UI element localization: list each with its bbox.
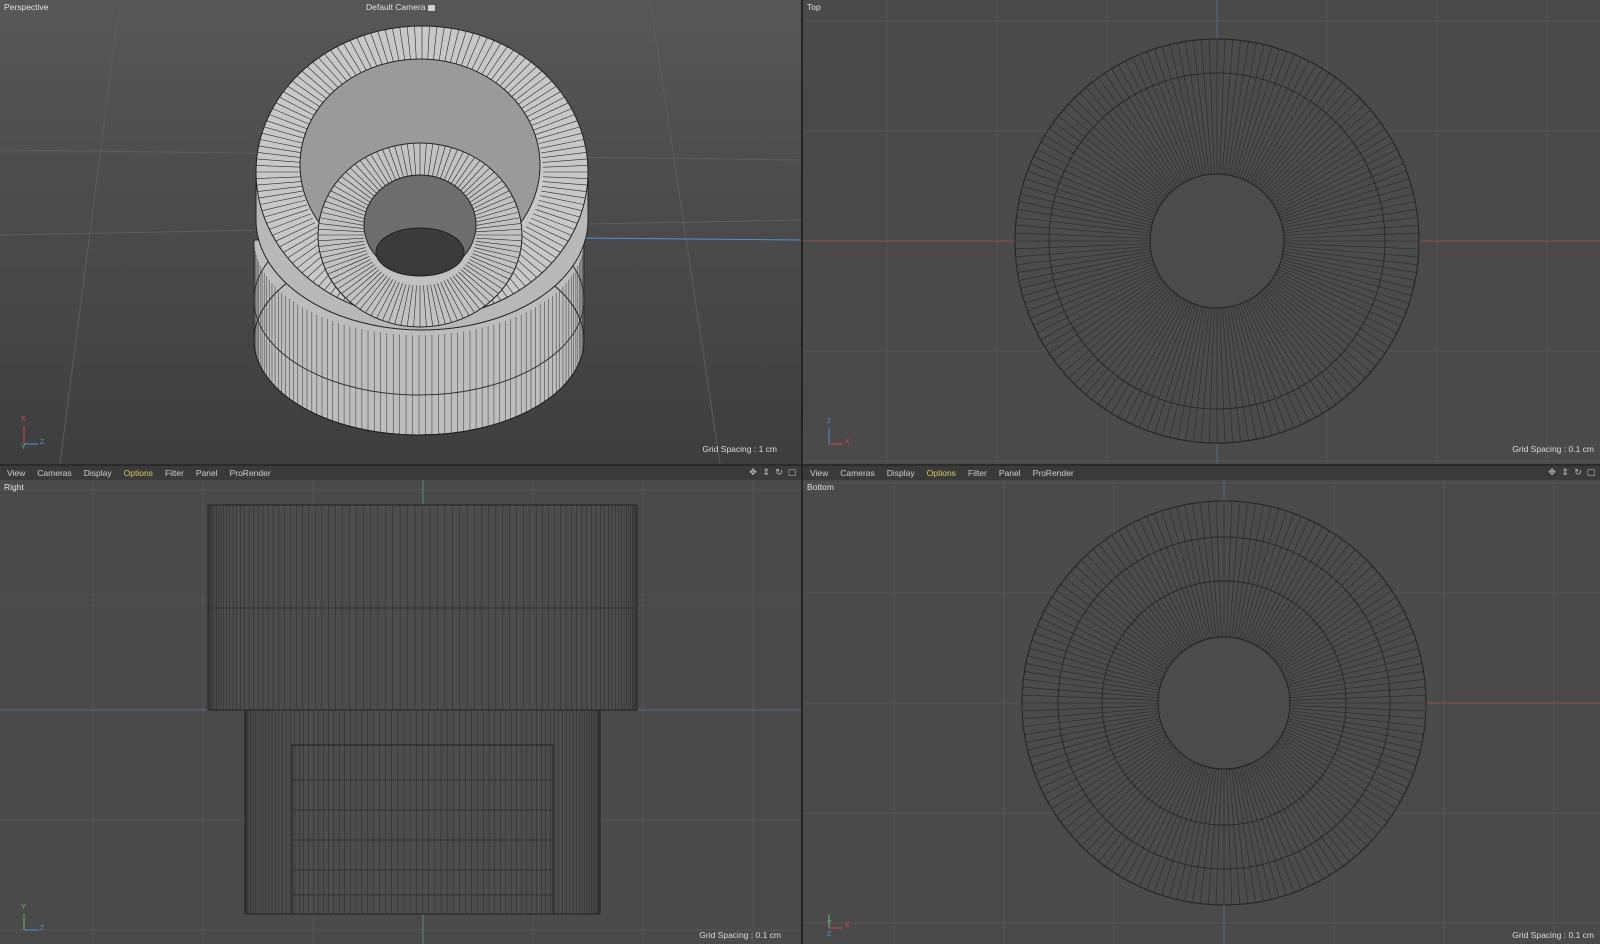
viewport-top[interactable]: Top Grid Spacing : 0.1 cm Z X [803, 0, 1600, 464]
menu-cameras[interactable]: Cameras [834, 468, 880, 478]
axis-label-x: X [845, 439, 850, 446]
object-side-wireframe[interactable] [207, 504, 638, 915]
axis-label-z: Z [827, 931, 832, 938]
axis-label-z: Z [40, 439, 45, 446]
camera-label[interactable]: Default Camera [366, 2, 435, 12]
maximize-view-icon[interactable]: ▢ [787, 467, 797, 477]
ring-wireframe-bottom[interactable] [1021, 500, 1427, 906]
zoom-view-icon[interactable]: ⇕ [1560, 467, 1570, 477]
axis-gizmo: X Z Y [18, 416, 48, 451]
axis-label-y: Y [21, 904, 26, 911]
axis-gizmo: Y X Z [825, 908, 855, 940]
grid-spacing-label: Grid Spacing : 1 cm [702, 444, 777, 454]
menu-display[interactable]: Display [78, 468, 118, 478]
menu-options[interactable]: Options [921, 468, 962, 478]
menu-prorender[interactable]: ProRender [1027, 468, 1080, 478]
viewport-bottom[interactable]: View Cameras Display Options Filter Pane… [803, 466, 1600, 944]
axis-label-z: Z [40, 925, 45, 932]
menu-filter[interactable]: Filter [962, 468, 993, 478]
viewport-title: Perspective [4, 2, 49, 12]
bottom-scene[interactable] [803, 480, 1600, 944]
grid-spacing-label: Grid Spacing : 0.1 cm [699, 930, 781, 940]
rotate-view-icon[interactable]: ↻ [774, 467, 784, 477]
viewport-menubar: View Cameras Display Options Filter Pane… [0, 466, 801, 481]
move-view-icon[interactable]: ✥ [1547, 467, 1557, 477]
menu-filter[interactable]: Filter [159, 468, 190, 478]
right-scene[interactable] [0, 480, 801, 944]
axis-label-z: Z [827, 418, 832, 425]
menu-view[interactable]: View [0, 468, 31, 478]
menu-panel[interactable]: Panel [993, 468, 1027, 478]
zoom-view-icon[interactable]: ⇕ [761, 467, 771, 477]
camera-name: Default Camera [366, 2, 426, 12]
move-view-icon[interactable]: ✥ [748, 467, 758, 477]
viewport-menubar: View Cameras Display Options Filter Pane… [803, 466, 1600, 481]
viewport-nav-icons: ✥ ⇕ ↻ ▢ [1547, 467, 1596, 477]
grid-spacing-label: Grid Spacing : 0.1 cm [1512, 930, 1594, 940]
maximize-view-icon[interactable]: ▢ [1586, 467, 1596, 477]
ring-wireframe-top[interactable] [1014, 38, 1420, 444]
menu-cameras[interactable]: Cameras [31, 468, 77, 478]
perspective-scene[interactable] [0, 0, 801, 464]
camera-icon [427, 4, 435, 11]
viewport-perspective[interactable]: Perspective Default Camera Grid Spacing … [0, 0, 801, 464]
menu-prorender[interactable]: ProRender [224, 468, 277, 478]
viewport-divider[interactable] [801, 0, 803, 944]
menu-options[interactable]: Options [118, 468, 159, 478]
viewport-right[interactable]: View Cameras Display Options Filter Pane… [0, 466, 801, 944]
axis-label-y: Y [21, 444, 26, 451]
viewport-title: Right [4, 482, 24, 492]
viewport-title: Top [807, 2, 821, 12]
top-scene[interactable] [803, 0, 1600, 464]
grid-spacing-label: Grid Spacing : 0.1 cm [1512, 444, 1594, 454]
viewport-title: Bottom [807, 482, 834, 492]
menu-view[interactable]: View [803, 468, 834, 478]
menu-panel[interactable]: Panel [190, 468, 224, 478]
viewport-nav-icons: ✥ ⇕ ↻ ▢ [748, 467, 797, 477]
axis-label-x: X [21, 416, 26, 423]
rotate-view-icon[interactable]: ↻ [1573, 467, 1583, 477]
axis-label-y: Y [827, 920, 832, 927]
menu-display[interactable]: Display [881, 468, 921, 478]
axis-gizmo: Z X [825, 418, 855, 450]
axis-gizmo: Y Z [18, 904, 48, 936]
axis-label-x: X [845, 922, 850, 929]
upper-ring-object[interactable] [255, 25, 589, 331]
